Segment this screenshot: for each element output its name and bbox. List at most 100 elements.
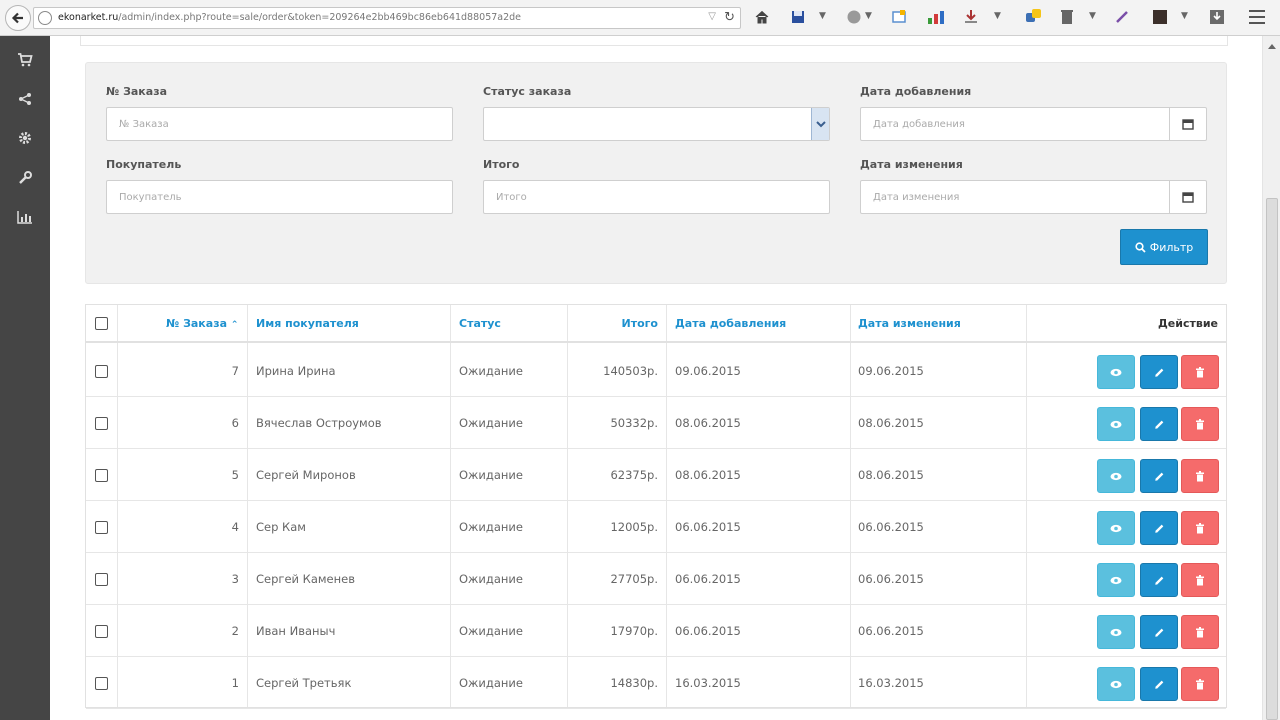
table-row: 7 Ирина Ирина Ожидание 140503р. 09.06.20… xyxy=(86,345,1226,397)
view-button[interactable] xyxy=(1097,407,1135,441)
filter-button[interactable]: Фильтр xyxy=(1120,229,1208,265)
date-modified-input[interactable] xyxy=(860,180,1170,214)
view-button[interactable] xyxy=(1097,355,1135,389)
stats-icon[interactable] xyxy=(927,8,945,26)
row-checkbox[interactable] xyxy=(95,573,108,586)
row-checkbox[interactable] xyxy=(95,417,108,430)
total-cell: 27705р. xyxy=(610,572,658,586)
pencil-icon xyxy=(1154,472,1163,481)
bin-icon[interactable] xyxy=(1058,8,1076,26)
trash-icon xyxy=(1196,574,1204,585)
page-scrollbar[interactable] xyxy=(1262,36,1280,720)
pen-icon[interactable] xyxy=(1113,8,1131,26)
order-id-cell: 4 xyxy=(231,520,239,534)
order-status-select[interactable] xyxy=(483,107,830,141)
date-added-cell: 06.06.2015 xyxy=(675,572,741,586)
order-id-input[interactable] xyxy=(106,107,453,141)
edit-button[interactable] xyxy=(1140,511,1178,545)
url-dropdown-icon[interactable]: ▽ xyxy=(708,11,716,22)
home-icon[interactable] xyxy=(753,8,771,26)
pencil-icon xyxy=(1154,524,1163,533)
save-icon[interactable] xyxy=(789,8,807,26)
dark-extension-caret-icon[interactable]: ▼ xyxy=(1181,11,1188,21)
total-input[interactable] xyxy=(483,180,830,214)
row-checkbox[interactable] xyxy=(95,521,108,534)
view-button[interactable] xyxy=(1097,667,1135,701)
row-checkbox[interactable] xyxy=(95,625,108,638)
python-extension-icon[interactable] xyxy=(1025,8,1043,26)
wrench-icon[interactable] xyxy=(12,166,38,190)
edit-button[interactable] xyxy=(1140,667,1178,701)
delete-button[interactable] xyxy=(1181,355,1219,389)
sort-asc-icon: ⌃ xyxy=(230,320,239,330)
edit-button[interactable] xyxy=(1140,459,1178,493)
download-icon[interactable] xyxy=(962,8,980,26)
date-modified-cell: 08.06.2015 xyxy=(858,416,924,430)
bar-chart-icon[interactable] xyxy=(12,205,38,229)
th-order-id[interactable]: № Заказа ⌃ xyxy=(166,317,238,330)
view-button[interactable] xyxy=(1097,615,1135,649)
status-cell: Ожидание xyxy=(459,364,523,378)
chevron-down-icon[interactable] xyxy=(811,108,829,140)
view-button[interactable] xyxy=(1097,459,1135,493)
trash-icon xyxy=(1196,366,1204,377)
delete-button[interactable] xyxy=(1181,511,1219,545)
delete-button[interactable] xyxy=(1181,459,1219,493)
row-checkbox[interactable] xyxy=(95,677,108,690)
order-id-cell: 3 xyxy=(231,572,239,586)
delete-button[interactable] xyxy=(1181,407,1219,441)
bin-menu-caret-icon[interactable]: ▼ xyxy=(1089,11,1096,21)
edit-button[interactable] xyxy=(1140,615,1178,649)
date-modified-label: Дата изменения xyxy=(860,158,963,171)
extension-globe-icon[interactable] xyxy=(845,8,863,26)
date-added-input[interactable] xyxy=(860,107,1170,141)
total-cell: 140503р. xyxy=(603,364,658,378)
gear-icon[interactable] xyxy=(12,126,38,150)
browser-toolbar: ekonarket.ru/admin/index.php?route=sale/… xyxy=(0,0,1280,36)
date-modified-cell: 16.03.2015 xyxy=(858,676,924,690)
share-icon[interactable] xyxy=(12,87,38,111)
scroll-up-arrow-icon[interactable] xyxy=(1263,38,1280,54)
eye-icon xyxy=(1110,524,1122,532)
th-status[interactable]: Статус xyxy=(459,317,501,330)
download-menu-caret-icon[interactable]: ▼ xyxy=(994,11,1001,21)
customer-cell: Вячеслав Остроумов xyxy=(256,416,382,430)
table-row: 5 Сергей Миронов Ожидание 62375р. 08.06.… xyxy=(86,449,1226,501)
cart-icon[interactable] xyxy=(12,48,38,72)
status-cell: Ожидание xyxy=(459,624,523,638)
edit-button[interactable] xyxy=(1140,563,1178,597)
filter-button-label: Фильтр xyxy=(1149,240,1194,254)
extension-menu-caret-icon[interactable]: ▼ xyxy=(865,11,872,21)
hamburger-menu-icon[interactable] xyxy=(1249,10,1265,24)
date-added-cell: 16.03.2015 xyxy=(675,676,741,690)
delete-button[interactable] xyxy=(1181,615,1219,649)
th-date-modified[interactable]: Дата изменения xyxy=(858,317,961,330)
date-added-cell: 06.06.2015 xyxy=(675,520,741,534)
save-menu-caret-icon[interactable]: ▼ xyxy=(819,11,826,21)
view-button[interactable] xyxy=(1097,563,1135,597)
delete-button[interactable] xyxy=(1181,667,1219,701)
downloads-icon[interactable] xyxy=(1208,8,1226,26)
delete-button[interactable] xyxy=(1181,563,1219,597)
eye-icon xyxy=(1110,472,1122,480)
view-button[interactable] xyxy=(1097,511,1135,545)
row-checkbox[interactable] xyxy=(95,365,108,378)
main-content: № Заказа Статус заказа Дата добавления П… xyxy=(50,36,1262,720)
select-all-checkbox[interactable] xyxy=(95,317,108,330)
reload-icon[interactable]: ↻ xyxy=(724,10,735,25)
back-button[interactable] xyxy=(5,5,31,31)
row-checkbox[interactable] xyxy=(95,469,108,482)
date-modified-calendar-button[interactable] xyxy=(1169,180,1207,214)
th-date-added[interactable]: Дата добавления xyxy=(675,317,786,330)
date-added-cell: 09.06.2015 xyxy=(675,364,741,378)
customer-input[interactable] xyxy=(106,180,453,214)
screenshot-icon[interactable] xyxy=(890,8,908,26)
address-bar[interactable]: ekonarket.ru/admin/index.php?route=sale/… xyxy=(33,7,741,29)
th-total[interactable]: Итого xyxy=(567,317,658,330)
date-added-calendar-button[interactable] xyxy=(1169,107,1207,141)
edit-button[interactable] xyxy=(1140,355,1178,389)
th-customer[interactable]: Имя покупателя xyxy=(256,317,359,330)
dark-extension-icon[interactable] xyxy=(1151,8,1169,26)
edit-button[interactable] xyxy=(1140,407,1178,441)
scroll-thumb[interactable] xyxy=(1266,198,1278,720)
